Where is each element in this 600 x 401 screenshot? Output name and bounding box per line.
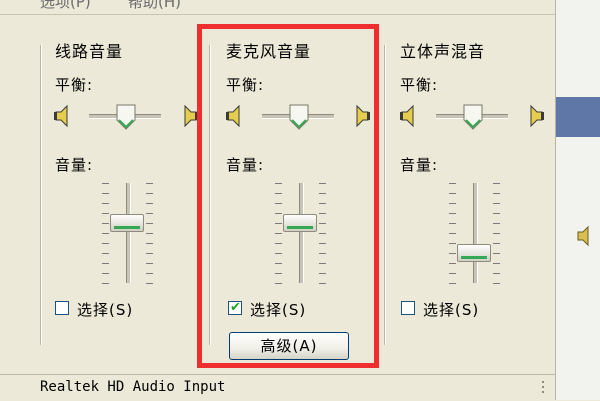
- line-volume-label: 音量:: [55, 156, 94, 174]
- menu-bar: 选项(P) 帮助(H): [0, 0, 555, 15]
- volume-tick: [102, 233, 109, 234]
- panel-title: 线路音量: [55, 42, 124, 61]
- volume-tick: [102, 283, 109, 284]
- volume-tick: [449, 233, 456, 234]
- volume-tick: [493, 193, 500, 194]
- volume-tick: [493, 263, 500, 264]
- menu-help[interactable]: 帮助(H): [128, 0, 181, 12]
- volume-tick: [146, 273, 153, 274]
- mix-volume-slider[interactable]: [473, 183, 478, 283]
- left-speaker-icon: [400, 104, 414, 128]
- volume-tick: [449, 243, 456, 244]
- panel-title: 立体声混音: [400, 42, 486, 61]
- right-speaker-icon: [184, 104, 198, 128]
- mix-select-label: 选择(S): [423, 301, 480, 319]
- background-speaker-icon: [577, 225, 589, 247]
- volume-tick: [146, 283, 153, 284]
- volume-tick: [146, 223, 153, 224]
- background-selection-bar: [556, 97, 600, 137]
- volume-tick: [102, 273, 109, 274]
- line-volume-thumb[interactable]: [110, 214, 144, 232]
- volume-tick: [102, 183, 109, 184]
- menu-options[interactable]: 选项(P): [40, 0, 91, 12]
- line-select-checkbox[interactable]: [55, 301, 69, 315]
- panel-separator: [40, 45, 42, 345]
- volume-tick: [449, 193, 456, 194]
- volume-tick: [493, 213, 500, 214]
- mix-volume-label: 音量:: [400, 156, 439, 174]
- mix-balance-label: 平衡:: [400, 76, 439, 94]
- background-window: [555, 0, 600, 400]
- volume-tick: [449, 263, 456, 264]
- highlight-box: [197, 24, 379, 368]
- line-balance-label: 平衡:: [55, 76, 94, 94]
- volume-tick: [146, 213, 153, 214]
- mix-select-checkbox[interactable]: [401, 301, 415, 315]
- volume-tick: [102, 243, 109, 244]
- volume-tick: [146, 243, 153, 244]
- volume-tick: [493, 233, 500, 234]
- volume-tick: [493, 273, 500, 274]
- panel-separator: [384, 45, 386, 345]
- right-speaker-icon: [530, 104, 544, 128]
- mix-volume-thumb[interactable]: [457, 244, 491, 262]
- line-volume-slider[interactable]: [126, 183, 131, 283]
- volume-tick: [146, 253, 153, 254]
- volume-tick: [146, 263, 153, 264]
- line-select-label: 选择(S): [77, 301, 134, 319]
- volume-tick: [146, 183, 153, 184]
- volume-tick: [102, 193, 109, 194]
- volume-tick: [146, 233, 153, 234]
- volume-tick: [493, 183, 500, 184]
- volume-tick: [146, 203, 153, 204]
- volume-tick: [102, 223, 109, 224]
- volume-tick: [493, 243, 500, 244]
- left-speaker-icon: [54, 104, 68, 128]
- volume-tick: [102, 213, 109, 214]
- volume-tick: [449, 223, 456, 224]
- status-bar: Realtek HD Audio Input: [0, 374, 555, 401]
- volume-tick: [449, 213, 456, 214]
- volume-tick: [449, 203, 456, 204]
- device-name: Realtek HD Audio Input: [40, 379, 226, 395]
- volume-tick: [449, 283, 456, 284]
- volume-tick: [102, 253, 109, 254]
- volume-tick: [493, 283, 500, 284]
- resize-grip-icon[interactable]: [537, 379, 549, 397]
- volume-tick: [493, 203, 500, 204]
- volume-tick: [493, 223, 500, 224]
- volume-tick: [102, 203, 109, 204]
- volume-tick: [146, 193, 153, 194]
- volume-tick: [449, 183, 456, 184]
- volume-tick: [493, 253, 500, 254]
- volume-tick: [102, 263, 109, 264]
- mix-balance-thumb[interactable]: [463, 104, 483, 130]
- line-balance-thumb[interactable]: [116, 104, 136, 130]
- volume-tick: [449, 253, 456, 254]
- volume-tick: [449, 273, 456, 274]
